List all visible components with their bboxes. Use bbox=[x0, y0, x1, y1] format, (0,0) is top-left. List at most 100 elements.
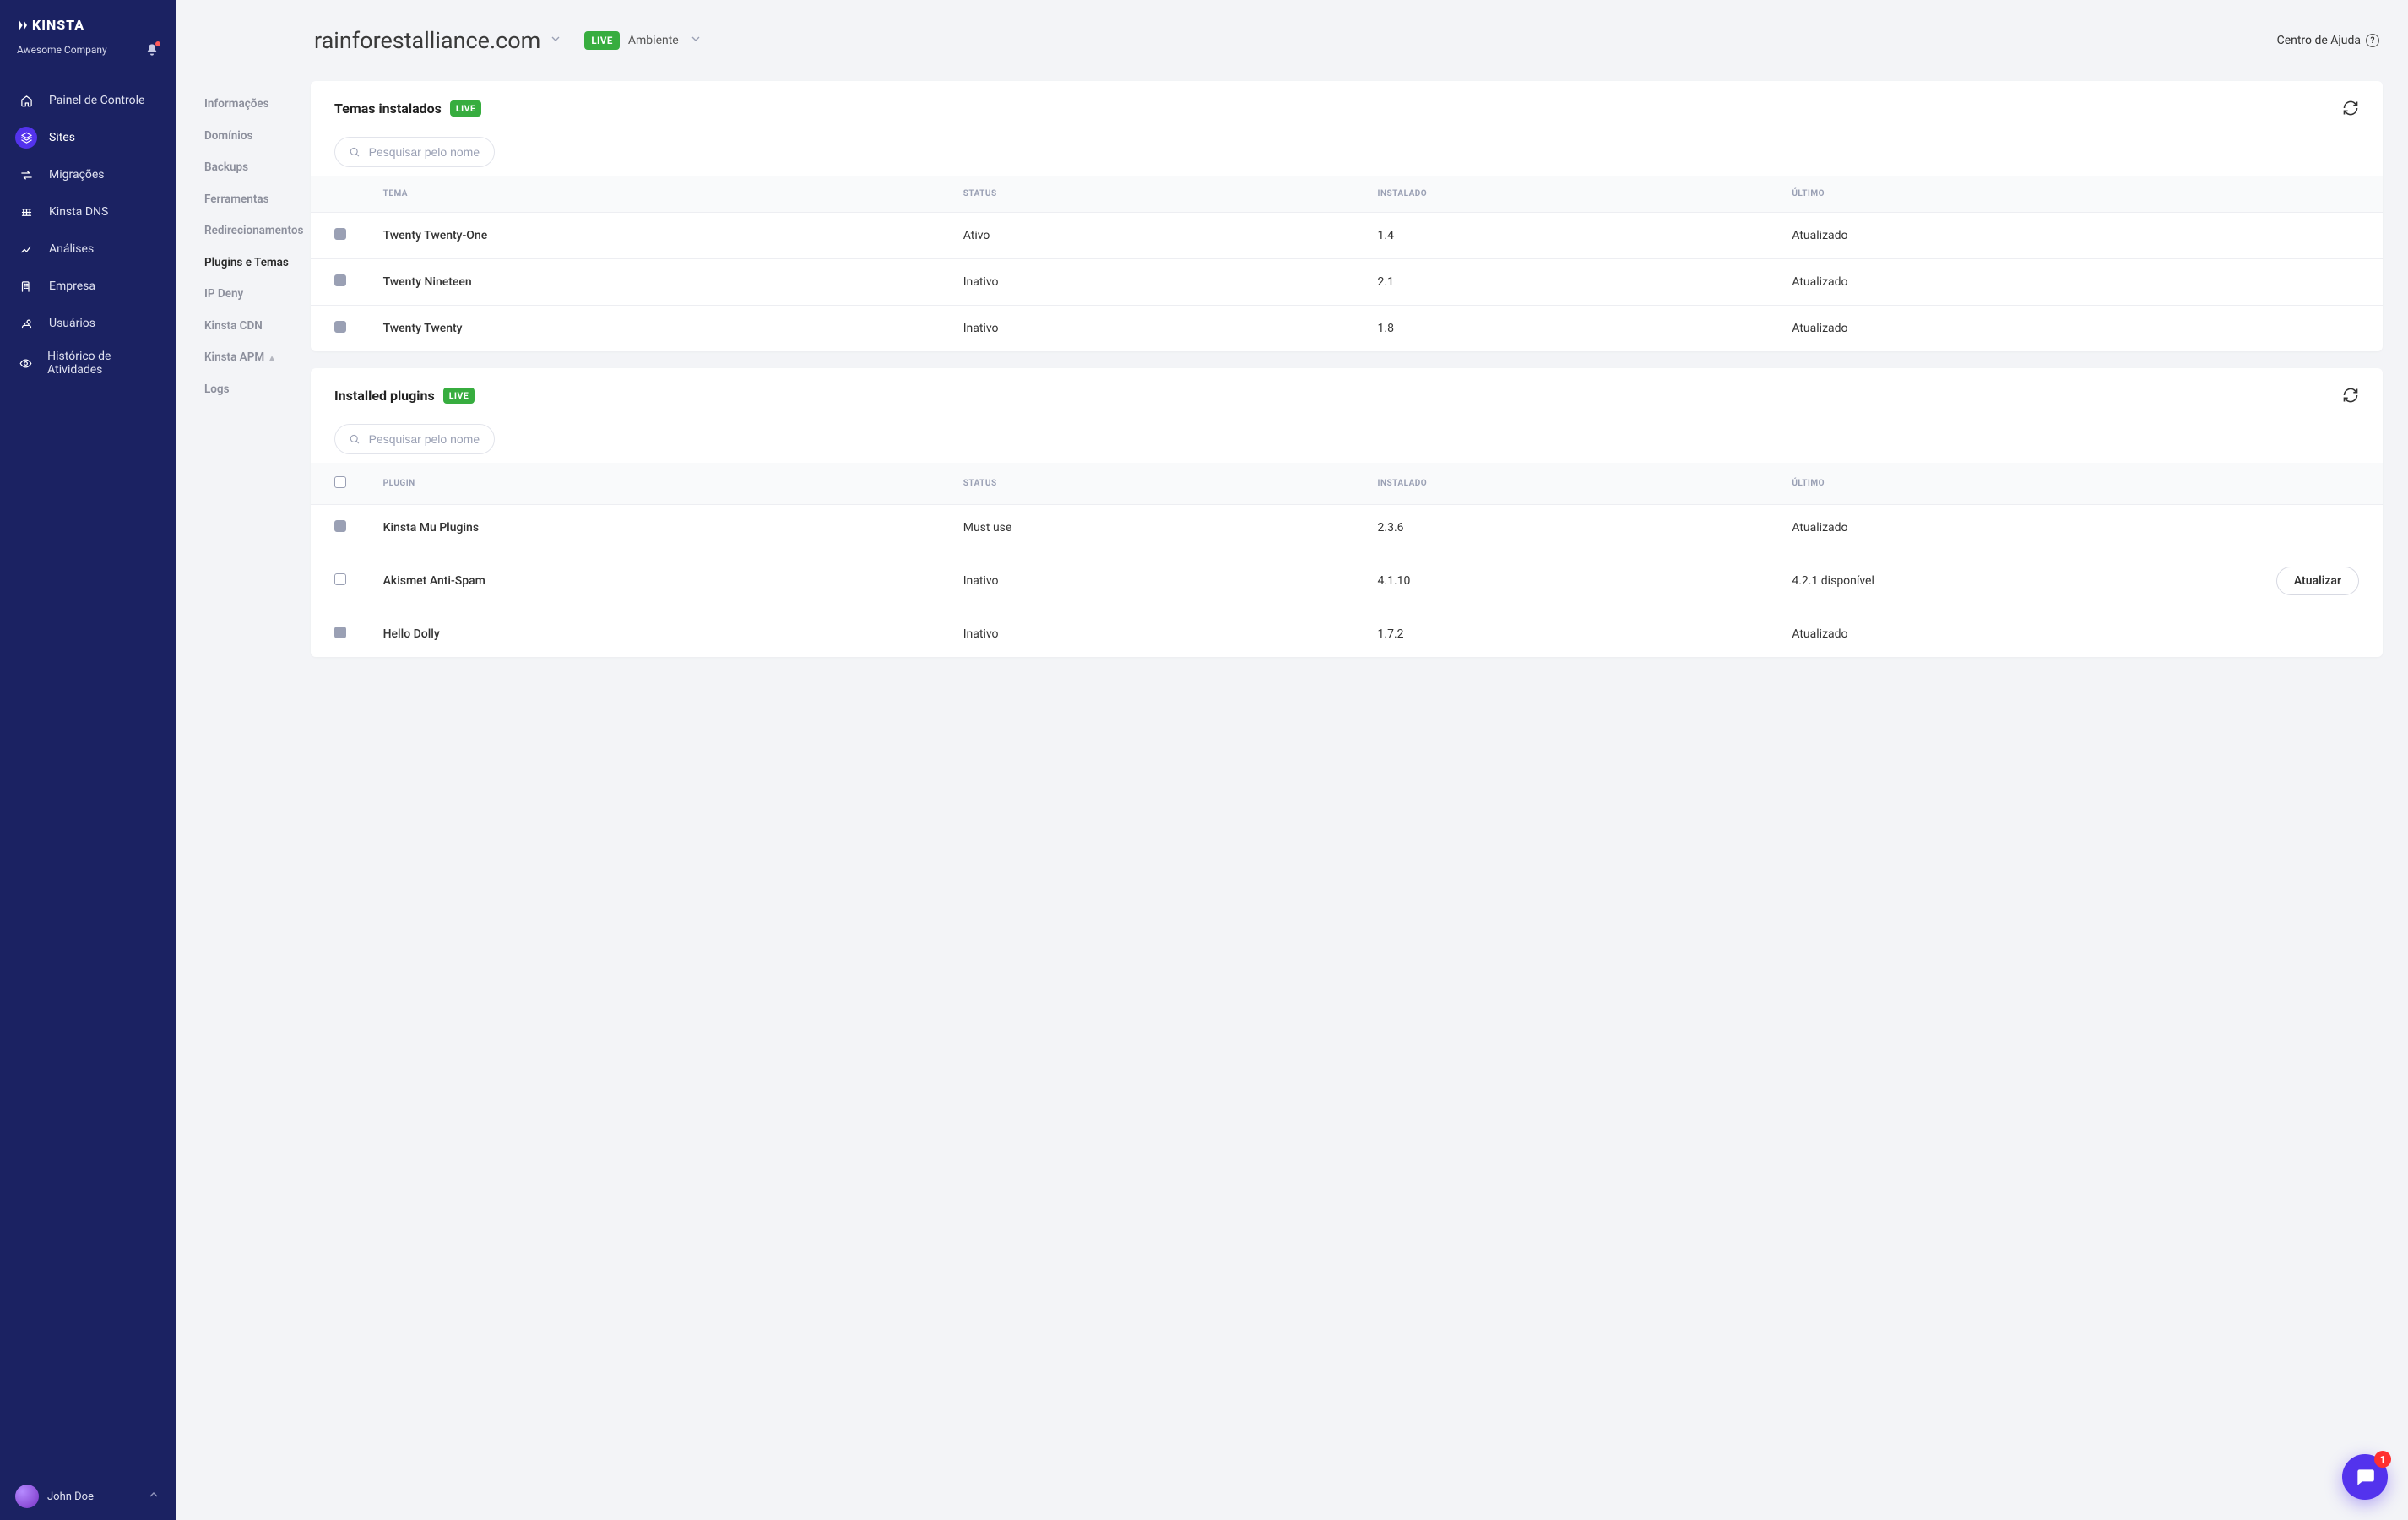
row-status: Ativo bbox=[953, 213, 1368, 259]
subnav-label: Backups bbox=[204, 160, 248, 174]
sub-info[interactable]: Informações bbox=[176, 89, 311, 121]
environment-dropdown[interactable] bbox=[689, 32, 702, 49]
dns-icon bbox=[20, 206, 33, 219]
plugins-select-all[interactable] bbox=[334, 476, 346, 488]
plugins-live-badge: LIVE bbox=[443, 388, 475, 404]
primary-sidebar: KINSTA Awesome Company Painel de Control… bbox=[0, 0, 176, 1520]
exchange-icon-wrap bbox=[15, 164, 37, 186]
chart-icon bbox=[20, 243, 33, 256]
subnav-label: Domínios bbox=[204, 129, 252, 143]
row-status: Must use bbox=[953, 505, 1368, 551]
chat-button[interactable]: 1 bbox=[2342, 1454, 2388, 1500]
logo-icon bbox=[17, 19, 30, 32]
chevron-up-icon bbox=[147, 1488, 160, 1505]
themes-table: TEMA STATUS INSTALADO ÚLTIMO Twenty Twen… bbox=[311, 176, 2383, 351]
plugin-action-button[interactable]: Atualizar bbox=[2276, 567, 2359, 595]
nav-activity[interactable]: Histórico de Atividades bbox=[0, 342, 176, 384]
nav-label: Painel de Controle bbox=[49, 94, 144, 107]
help-center-link[interactable]: Centro de Ajuda ? bbox=[2277, 34, 2379, 47]
sub-redirects[interactable]: Redirecionamentos bbox=[176, 215, 311, 247]
row-checkbox[interactable] bbox=[334, 228, 346, 240]
nav-dashboard[interactable]: Painel de Controle bbox=[0, 82, 176, 119]
row-action bbox=[2196, 505, 2383, 551]
nav-label: Análises bbox=[49, 242, 94, 256]
row-checkbox[interactable] bbox=[334, 274, 346, 286]
row-name: Kinsta Mu Plugins bbox=[373, 505, 953, 551]
row-name: Hello Dolly bbox=[373, 611, 953, 658]
eye-icon-wrap bbox=[15, 352, 35, 374]
help-icon: ? bbox=[2366, 34, 2379, 47]
row-installed: 1.4 bbox=[1368, 213, 1782, 259]
site-dropdown[interactable] bbox=[549, 32, 562, 49]
row-action: Atualizar bbox=[2196, 551, 2383, 611]
sub-tools[interactable]: Ferramentas bbox=[176, 184, 311, 216]
row-checkbox[interactable] bbox=[334, 321, 346, 333]
row-installed: 4.1.10 bbox=[1368, 551, 1782, 611]
row-checkbox[interactable] bbox=[334, 627, 346, 638]
themes-refresh-button[interactable] bbox=[2342, 100, 2359, 117]
nav-analytics[interactable]: Análises bbox=[0, 231, 176, 268]
row-last: Atualizado bbox=[1782, 505, 2196, 551]
plugins-search[interactable] bbox=[334, 424, 495, 454]
nav-label: Kinsta DNS bbox=[49, 205, 108, 219]
row-installed: 1.7.2 bbox=[1368, 611, 1782, 658]
building-icon-wrap bbox=[15, 275, 37, 297]
row-name: Akismet Anti-Spam bbox=[373, 551, 953, 611]
themes-panel-title: Temas instalados bbox=[334, 100, 442, 117]
plugins-search-input[interactable] bbox=[369, 432, 480, 446]
row-checkbox[interactable] bbox=[334, 573, 346, 585]
users-icon bbox=[20, 318, 33, 330]
row-action bbox=[2196, 259, 2383, 306]
nav-dns[interactable]: Kinsta DNS bbox=[0, 193, 176, 231]
search-icon bbox=[349, 145, 361, 159]
stack-icon bbox=[20, 132, 33, 144]
chat-icon bbox=[2354, 1466, 2376, 1488]
row-name: Twenty Nineteen bbox=[373, 259, 953, 306]
chart-icon-wrap bbox=[15, 238, 37, 260]
row-status: Inativo bbox=[953, 611, 1368, 658]
themes-search[interactable] bbox=[334, 137, 495, 167]
nav-label: Histórico de Atividades bbox=[47, 350, 160, 377]
row-status: Inativo bbox=[953, 259, 1368, 306]
sub-plugins-themes[interactable]: Plugins e Temas bbox=[176, 247, 311, 280]
secondary-sidebar: Informações Domínios Backups Ferramentas Red… bbox=[176, 0, 311, 1520]
table-row: Twenty Twenty-One Ativo 1.4 Atualizado bbox=[311, 213, 2383, 259]
row-last: 4.2.1 disponível bbox=[1782, 551, 2196, 611]
sub-logs[interactable]: Logs bbox=[176, 374, 311, 406]
top-bar: rainforestalliance.com LIVE Ambiente Cen… bbox=[311, 0, 2383, 81]
stack-icon-wrap bbox=[15, 127, 37, 149]
table-row: Kinsta Mu Plugins Must use 2.3.6 Atualiz… bbox=[311, 505, 2383, 551]
row-installed: 2.1 bbox=[1368, 259, 1782, 306]
plugins-refresh-button[interactable] bbox=[2342, 387, 2359, 404]
notification-dot bbox=[155, 41, 160, 46]
sub-domains[interactable]: Domínios bbox=[176, 121, 311, 153]
user-name: John Doe bbox=[47, 1490, 94, 1503]
help-center-label: Centro de Ajuda bbox=[2277, 34, 2361, 47]
row-last: Atualizado bbox=[1782, 259, 2196, 306]
sub-cdn[interactable]: Kinsta CDN bbox=[176, 311, 311, 343]
table-row: Akismet Anti-Spam Inativo 4.1.10 4.2.1 d… bbox=[311, 551, 2383, 611]
row-installed: 1.8 bbox=[1368, 306, 1782, 352]
plugins-table: PLUGIN STATUS INSTALADO ÚLTIMO Kinsta Mu… bbox=[311, 463, 2383, 657]
row-installed: 2.3.6 bbox=[1368, 505, 1782, 551]
sub-apm[interactable]: Kinsta APM▲ bbox=[176, 342, 311, 374]
row-checkbox[interactable] bbox=[334, 520, 346, 532]
row-name: Twenty Twenty bbox=[373, 306, 953, 352]
sub-ipdeny[interactable]: IP Deny bbox=[176, 279, 311, 311]
themes-search-input[interactable] bbox=[369, 145, 480, 159]
th-plugin-status: STATUS bbox=[953, 463, 1368, 505]
th-theme-last: ÚLTIMO bbox=[1782, 176, 2196, 213]
subnav-label: Informações bbox=[204, 97, 269, 111]
search-icon bbox=[349, 432, 361, 446]
table-row: Twenty Nineteen Inativo 2.1 Atualizado bbox=[311, 259, 2383, 306]
row-status: Inativo bbox=[953, 551, 1368, 611]
user-menu[interactable]: John Doe bbox=[0, 1473, 176, 1520]
nav-migrations[interactable]: Migrações bbox=[0, 156, 176, 193]
main-nav: Painel de Controle Sites Migrações Kinst… bbox=[0, 82, 176, 384]
nav-company[interactable]: Empresa bbox=[0, 268, 176, 305]
notifications-button[interactable] bbox=[145, 43, 159, 57]
sub-backups[interactable]: Backups bbox=[176, 152, 311, 184]
subnav-label: Redirecionamentos bbox=[204, 224, 303, 237]
nav-sites[interactable]: Sites bbox=[0, 119, 176, 156]
nav-users[interactable]: Usuários bbox=[0, 305, 176, 342]
